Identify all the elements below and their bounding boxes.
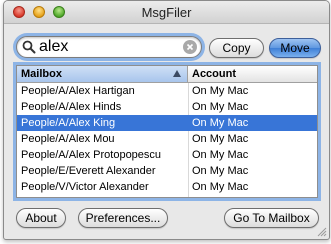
table-row[interactable]: People/A/Alex Hinds On My Mac	[17, 99, 317, 115]
account-cell: On My Mac	[192, 117, 249, 129]
mailbox-cell: People/A/Alex Mou	[21, 133, 115, 145]
account-cell: On My Mac	[192, 85, 249, 97]
window-title: MsgFiler	[141, 5, 192, 20]
table-row-selected[interactable]: People/A/Alex King On My Mac	[17, 115, 317, 131]
mailbox-cell: People/A/Alex King	[21, 117, 116, 129]
mailbox-cell: People/A/Alex Protopopescu	[21, 149, 162, 161]
account-cell: On My Mac	[192, 149, 249, 161]
account-cell: On My Mac	[192, 133, 249, 145]
search-icon	[22, 40, 36, 54]
table-row[interactable]: People/A/Alex Mou On My Mac	[17, 131, 317, 147]
clear-search-icon[interactable]	[183, 40, 197, 54]
about-button[interactable]: About	[16, 208, 66, 228]
sort-ascending-icon	[173, 70, 181, 77]
msgfiler-window: MsgFiler alex Copy Move Mailbox Account	[3, 0, 330, 240]
mailbox-cell: People/A/Alex Hinds	[21, 101, 122, 113]
account-cell: On My Mac	[192, 165, 249, 177]
preferences-button[interactable]: Preferences...	[78, 208, 168, 228]
table-body: People/A/Alex Hartigan On My Mac People/…	[17, 83, 317, 197]
mailbox-cell: People/E/Everett Alexander	[21, 165, 156, 177]
table-row[interactable]: People/V/Victor Alexander On My Mac	[17, 179, 317, 195]
table-row[interactable]: People/A/Alex Protopopescu On My Mac	[17, 147, 317, 163]
column-header-account[interactable]: Account	[188, 66, 317, 82]
table-header: Mailbox Account	[17, 66, 317, 83]
table-row[interactable]: People/A/Alex Hartigan On My Mac	[17, 83, 317, 99]
column-header-mailbox-label: Mailbox	[21, 68, 62, 80]
account-cell: On My Mac	[192, 101, 249, 113]
mailbox-table[interactable]: Mailbox Account People/A/Alex Hartigan O…	[16, 65, 318, 198]
column-header-account-label: Account	[192, 68, 236, 80]
go-to-mailbox-button[interactable]: Go To Mailbox	[224, 208, 319, 228]
table-row[interactable]: People/E/Everett Alexander On My Mac	[17, 163, 317, 179]
title-bar[interactable]: MsgFiler	[4, 1, 329, 24]
search-input[interactable]: alex	[39, 37, 68, 57]
mailbox-cell: People/A/Alex Hartigan	[21, 85, 135, 97]
column-header-mailbox[interactable]: Mailbox	[17, 66, 188, 82]
account-cell: On My Mac	[192, 181, 249, 193]
move-button[interactable]: Move	[269, 38, 321, 58]
resize-grip-icon[interactable]	[317, 227, 327, 237]
mailbox-cell: People/V/Victor Alexander	[21, 181, 149, 193]
search-field[interactable]: alex	[16, 36, 202, 58]
copy-button[interactable]: Copy	[209, 38, 264, 58]
